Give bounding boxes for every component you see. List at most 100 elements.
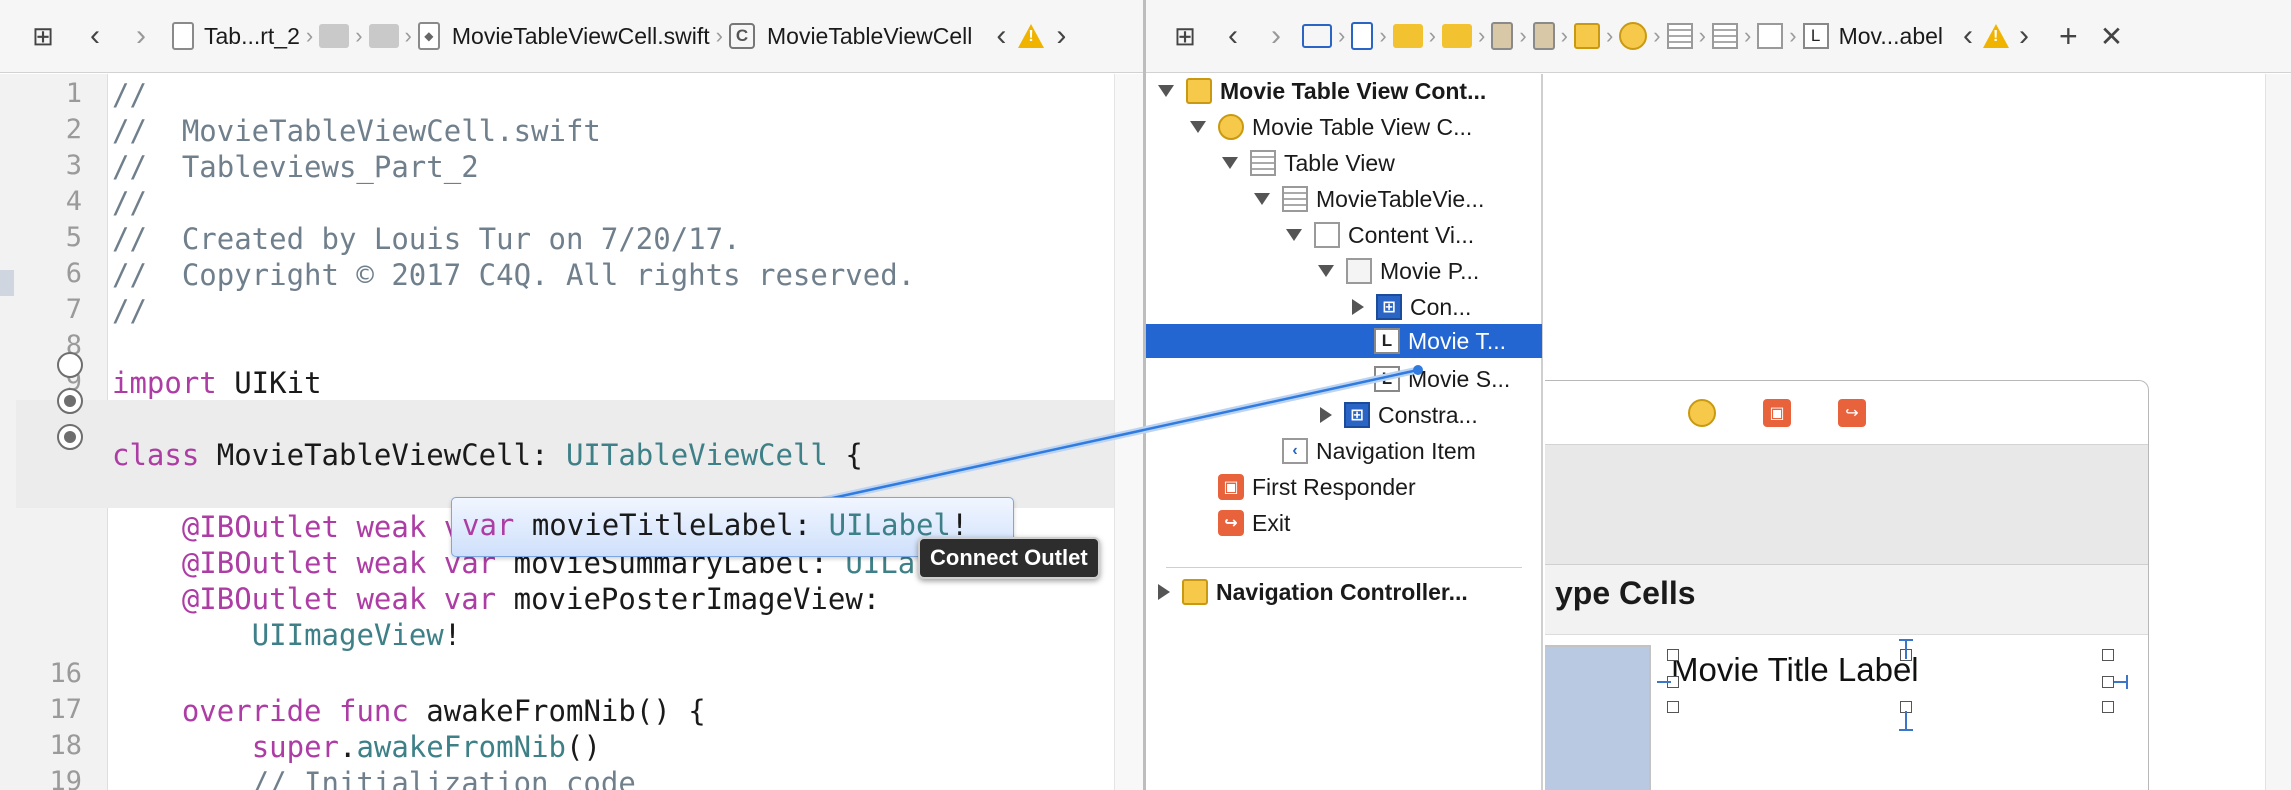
outlet-connection-circle[interactable] <box>57 388 83 414</box>
back-arrow-icon[interactable]: ‹ <box>72 19 118 53</box>
disclosure-triangle-icon[interactable] <box>1158 584 1170 600</box>
outline-row-movie-title-label[interactable]: L Movie T... <box>1146 324 1542 358</box>
add-editor-icon[interactable]: + <box>2059 18 2078 55</box>
canvas-scrollbar[interactable] <box>2265 74 2291 790</box>
assistant-editor-icon[interactable] <box>1302 24 1332 48</box>
outline-row-movie-summary-label[interactable]: L Movie S... <box>1146 362 1542 396</box>
table-cell-icon[interactable] <box>1711 23 1738 49</box>
storyboard-canvas[interactable]: ▣ ↪ ype Cells Movie Title Label <box>1545 74 2291 790</box>
table-view-icon[interactable] <box>1666 23 1693 49</box>
resize-handle[interactable] <box>1667 701 1679 713</box>
code-line[interactable]: // <box>112 294 147 328</box>
code-line[interactable]: super.awakeFromNib() <box>112 730 601 764</box>
disclosure-triangle-icon[interactable] <box>1222 157 1238 169</box>
code-line[interactable]: class MovieTableViewCell: UITableViewCel… <box>112 438 863 472</box>
code-line[interactable]: import UIKit <box>112 366 322 400</box>
outline-row-exit[interactable]: ↪ Exit <box>1146 506 1542 540</box>
outlet-connection-circle[interactable] <box>57 424 83 450</box>
outline-row-constraints-inner[interactable]: ⊞ Con... <box>1146 290 1542 324</box>
first-responder-icon[interactable]: ▣ <box>1763 399 1791 427</box>
storyboard-file-icon[interactable] <box>1532 22 1555 50</box>
resize-handle[interactable] <box>2102 701 2114 713</box>
next-issue-icon[interactable]: › <box>2019 19 2029 53</box>
disclosure-triangle-icon[interactable] <box>1190 121 1206 133</box>
line-number: 2 <box>65 114 82 145</box>
previous-issue-icon[interactable]: ‹ <box>996 19 1006 53</box>
jump-label-item[interactable]: Mov...abel <box>1839 23 1943 50</box>
related-items-icon[interactable]: ⊞ <box>28 21 58 52</box>
resize-handle[interactable] <box>1667 649 1679 661</box>
document-outline: Movie Table View Cont... Movie Table Vie… <box>1146 74 1543 790</box>
close-editor-icon[interactable]: ✕ <box>2100 20 2123 53</box>
code-token: import <box>112 366 217 400</box>
constraints-icon: ⊞ <box>1376 294 1402 320</box>
code-line[interactable]: // Created by Louis Tur on 7/20/17. <box>112 222 741 256</box>
code-token: class <box>112 438 200 472</box>
poster-image-view[interactable] <box>1545 645 1651 790</box>
first-responder-icon: ▣ <box>1218 474 1244 500</box>
disclosure-triangle-icon[interactable] <box>1286 229 1302 241</box>
code-line[interactable]: @IBOutlet weak var moviePosterImageView: <box>112 582 880 616</box>
jump-file-label[interactable]: MovieTableViewCell.swift <box>452 23 710 50</box>
code-line[interactable]: // Copyright © 2017 C4Q. All rights rese… <box>112 258 915 292</box>
breadcrumb-separator-icon: › <box>1743 23 1752 48</box>
warning-icon[interactable] <box>1018 24 1045 48</box>
view-controller-icon[interactable] <box>1619 22 1648 50</box>
navigation-bar[interactable] <box>1545 445 2148 565</box>
source-editor[interactable]: 12345678910111216171819 //// MovieTableV… <box>0 74 1114 790</box>
scene-icon[interactable] <box>1573 23 1600 49</box>
disclosure-triangle-icon[interactable] <box>1320 407 1332 423</box>
code-token: @IBOutlet <box>181 510 339 544</box>
resize-handle[interactable] <box>2102 676 2114 688</box>
outline-row-table-view[interactable]: Table View <box>1146 146 1542 180</box>
editor-scrollbar[interactable] <box>1114 74 1143 790</box>
swift-file-icon: ◆ <box>417 22 440 50</box>
forward-arrow-icon[interactable]: › <box>118 19 164 53</box>
folder-icon[interactable] <box>1441 24 1472 48</box>
outline-row-first-responder[interactable]: ▣ First Responder <box>1146 470 1542 504</box>
outline-row-view-controller[interactable]: Movie Table View C... <box>1146 110 1542 144</box>
outline-row-scene[interactable]: Movie Table View Cont... <box>1146 74 1542 108</box>
storyboard-file-icon[interactable] <box>1491 22 1514 50</box>
code-line[interactable]: // <box>112 186 147 220</box>
jump-target-label[interactable]: Tab...rt_2 <box>204 23 300 50</box>
jump-class-label[interactable]: MovieTableViewCell <box>767 23 972 50</box>
code-line[interactable]: // Initialization code <box>112 766 636 790</box>
warning-icon[interactable] <box>1983 24 2010 48</box>
outlet-connection-circle[interactable] <box>57 352 83 378</box>
content-view-icon[interactable] <box>1757 23 1784 49</box>
code-line[interactable]: // Tableviews_Part_2 <box>112 150 479 184</box>
forward-arrow-icon[interactable]: › <box>1256 19 1296 53</box>
line-number: 16 <box>49 658 82 689</box>
exit-icon[interactable]: ↪ <box>1838 399 1866 427</box>
folder-icon[interactable] <box>368 24 399 48</box>
code-line[interactable]: // MovieTableViewCell.swift <box>112 114 601 148</box>
view-controller-scene[interactable]: ▣ ↪ ype Cells Movie Title Label <box>1545 380 2149 790</box>
outline-row-navigation-item[interactable]: ‹ Navigation Item <box>1146 434 1542 468</box>
outline-row-movie-poster[interactable]: Movie P... <box>1146 254 1542 288</box>
label-icon[interactable]: L <box>1802 23 1829 49</box>
disclosure-triangle-icon[interactable] <box>1318 265 1334 277</box>
view-controller-icon[interactable] <box>1688 399 1716 427</box>
folder-icon[interactable] <box>1392 24 1423 48</box>
outline-row-table-cell[interactable]: MovieTableVie... <box>1146 182 1542 216</box>
code-line[interactable]: override func awakeFromNib() { <box>112 694 706 728</box>
project-icon[interactable] <box>1351 22 1374 50</box>
disclosure-triangle-icon[interactable] <box>1352 299 1364 315</box>
previous-issue-icon[interactable]: ‹ <box>1963 19 1973 53</box>
code-token: awakeFromNib <box>356 730 566 764</box>
disclosure-triangle-icon[interactable] <box>1254 193 1270 205</box>
folder-icon[interactable] <box>319 24 350 48</box>
related-items-icon[interactable]: ⊞ <box>1170 21 1200 52</box>
back-arrow-icon[interactable]: ‹ <box>1210 19 1256 53</box>
outline-row-constraints[interactable]: ⊞ Constra... <box>1146 398 1542 432</box>
code-line[interactable]: UIImageView! <box>112 618 462 652</box>
next-issue-icon[interactable]: › <box>1056 19 1066 53</box>
code-line[interactable]: // <box>112 78 147 112</box>
resize-handle[interactable] <box>2102 649 2114 661</box>
outline-row-navigation-controller[interactable]: Navigation Controller... <box>1146 575 1542 609</box>
movie-title-label[interactable]: Movie Title Label <box>1671 651 1919 689</box>
outline-row-content-view[interactable]: Content Vi... <box>1146 218 1542 252</box>
disclosure-triangle-icon[interactable] <box>1158 85 1174 97</box>
